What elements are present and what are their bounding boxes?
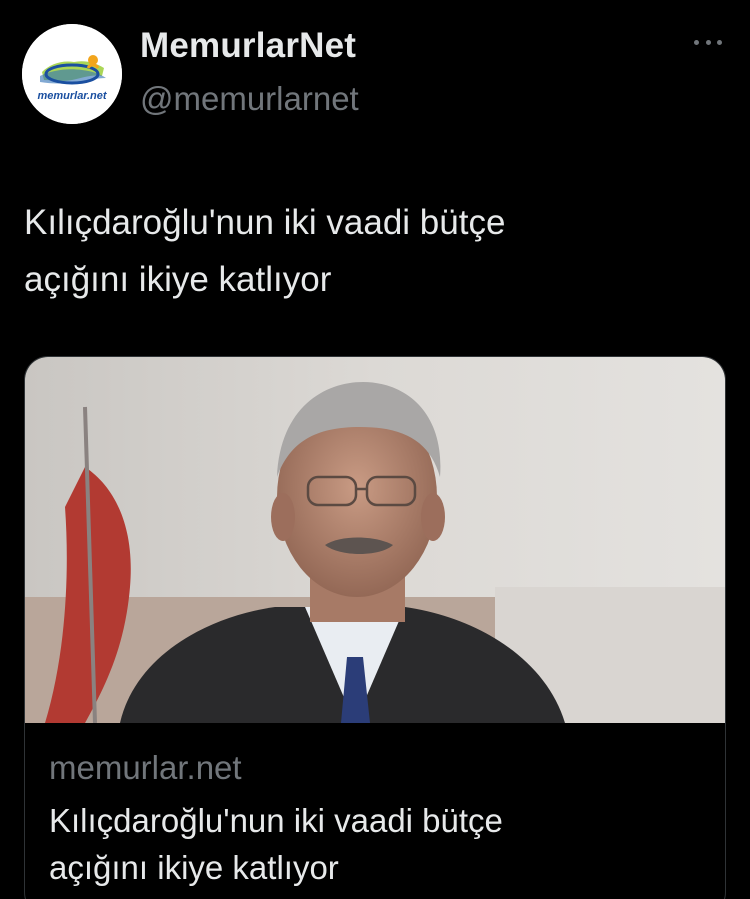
user-handle[interactable]: @memurlarnet <box>140 80 359 118</box>
more-horizontal-icon <box>717 39 722 45</box>
article-photo <box>25 357 725 723</box>
display-name[interactable]: MemurlarNet <box>140 26 356 66</box>
card-title: Kılıçdaroğlu'nun iki vaadi bütçe açığını… <box>49 797 709 891</box>
card-domain: memurlar.net <box>49 749 242 786</box>
tweet-text-line: Kılıçdaroğlu'nun iki vaadi bütçe <box>24 203 506 242</box>
card-title-line: açığını ikiye katlıyor <box>49 849 339 886</box>
more-options-button[interactable] <box>688 30 728 54</box>
avatar[interactable]: memurlar.net <box>22 24 122 124</box>
tweet-text-line: açığını ikiye katlıyor <box>24 260 332 299</box>
memurlar-logo-icon: memurlar.net <box>22 24 122 124</box>
svg-text:memurlar.net: memurlar.net <box>37 90 107 102</box>
link-preview-card[interactable]: memurlar.net Kılıçdaroğlu'nun iki vaadi … <box>24 356 726 899</box>
more-horizontal-icon <box>694 39 699 45</box>
tweet-text: Kılıçdaroğlu'nun iki vaadi bütçe açığını… <box>24 194 714 308</box>
more-horizontal-icon <box>705 39 711 45</box>
card-title-line: Kılıçdaroğlu'nun iki vaadi bütçe <box>49 802 503 839</box>
